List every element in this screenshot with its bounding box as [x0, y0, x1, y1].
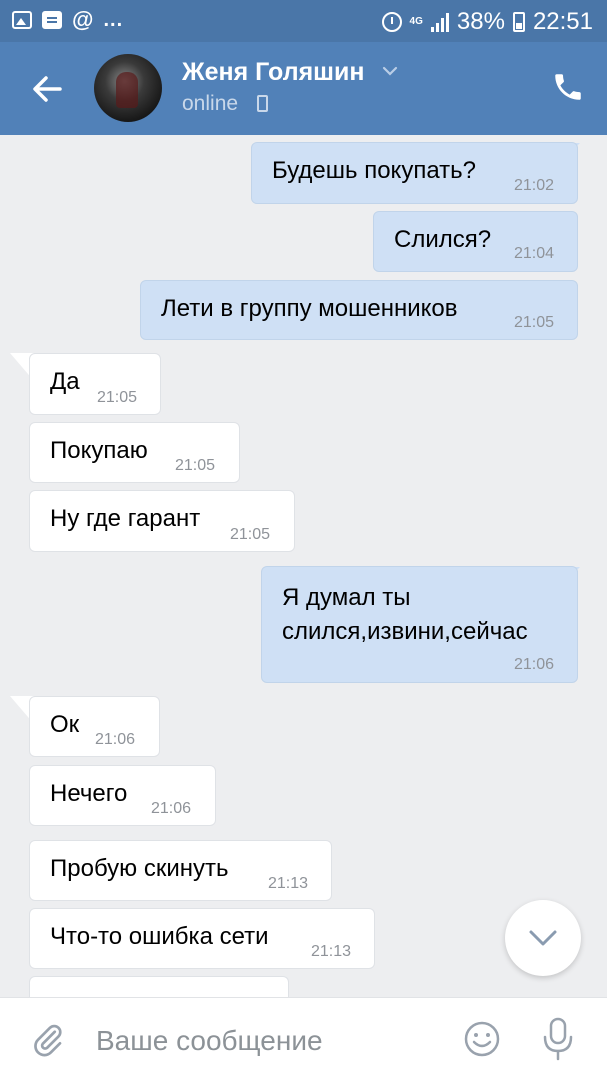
message-incoming[interactable]: Да 21:05 [29, 353, 161, 415]
battery-percent: 38% [456, 8, 505, 35]
network-type: 4G [409, 16, 423, 27]
message-incoming[interactable]: Покупаю 21:05 [29, 422, 240, 483]
message-time: 21:06 [95, 731, 136, 748]
message-list[interactable]: Будешь покупать? 21:02 Слился? 21:04 Лет… [0, 135, 607, 997]
message-composer [0, 997, 607, 1080]
chevron-down-icon[interactable] [382, 66, 398, 76]
notification-icons: @ ... [12, 9, 123, 31]
message-time: 21:05 [97, 389, 138, 406]
emoji-icon [464, 1021, 500, 1057]
message-text: Нечего [50, 780, 128, 807]
contact-status: online [182, 92, 239, 115]
scroll-down-button[interactable] [505, 900, 581, 976]
message-icon [42, 11, 62, 29]
message-time: 21:02 [514, 177, 555, 194]
attach-button[interactable] [30, 1020, 66, 1065]
gallery-icon [12, 11, 32, 29]
back-button[interactable] [28, 70, 66, 108]
message-text: Я думал ты слился,извини,сейчас [282, 584, 528, 645]
phone-icon [555, 74, 581, 100]
message-incoming[interactable]: Пробую скинуть 21:13 [29, 840, 332, 901]
message-text: Ну где гарант [50, 505, 201, 532]
message-incoming[interactable]: Нечего 21:06 [29, 765, 216, 826]
clock: 22:51 [532, 8, 593, 35]
message-outgoing[interactable]: Будешь покупать? 21:02 [251, 142, 578, 204]
message-time: 21:05 [230, 526, 271, 543]
message-outgoing[interactable]: Лети в группу мошенников 21:05 [140, 280, 578, 340]
message-time: 21:13 [268, 875, 309, 892]
call-button[interactable] [551, 70, 585, 104]
emoji-button[interactable] [463, 1020, 501, 1063]
at-icon: @ [72, 7, 94, 32]
message-text: Покупаю [50, 437, 148, 464]
signal-icon [430, 12, 449, 32]
status-bar: @ ... 4G 38% 22:51 [0, 0, 607, 42]
message-text: Да [50, 368, 80, 395]
system-indicators: 4G 38% 22:51 [381, 8, 593, 36]
message-time: 21:06 [514, 656, 555, 673]
message-text: Лети в группу мошенников [161, 295, 458, 322]
message-text: Что-то ошибка сети [50, 923, 269, 950]
more-notifications: ... [103, 9, 124, 31]
message-text: Ок [50, 711, 80, 738]
message-incoming[interactable]: Ну где гарант 21:05 [29, 490, 295, 552]
message-input[interactable] [96, 1021, 446, 1061]
message-time: 21:04 [514, 245, 555, 262]
message-time: 21:05 [175, 457, 216, 474]
message-text: Пробую скинуть [50, 855, 229, 882]
message-text: Слился? [394, 226, 492, 253]
message-incoming[interactable]: Ок 21:06 [29, 696, 160, 757]
microphone-icon [543, 1017, 573, 1061]
mobile-icon [257, 95, 268, 112]
message-text: Будешь покупать? [272, 157, 476, 184]
paperclip-icon [34, 1024, 62, 1057]
message-time: 21:05 [514, 314, 555, 331]
battery-icon [512, 12, 525, 32]
voice-record-button[interactable] [540, 1016, 576, 1067]
message-time: 21:13 [311, 943, 352, 960]
scroll-down-icon [529, 930, 557, 946]
avatar[interactable] [94, 54, 162, 122]
chat-header: Женя Голяшин online [0, 42, 607, 135]
alarm-icon [381, 12, 402, 32]
message-outgoing[interactable]: Слился? 21:04 [373, 211, 578, 272]
contact-name[interactable]: Женя Голяшин [182, 58, 364, 87]
message-time: 21:06 [151, 800, 192, 817]
back-arrow-icon [33, 76, 62, 102]
message-outgoing[interactable]: Я думал ты слился,извини,сейчас 21:06 [261, 566, 578, 683]
message-incoming-partial[interactable] [29, 976, 289, 997]
message-incoming[interactable]: Что-то ошибка сети 21:13 [29, 908, 375, 969]
